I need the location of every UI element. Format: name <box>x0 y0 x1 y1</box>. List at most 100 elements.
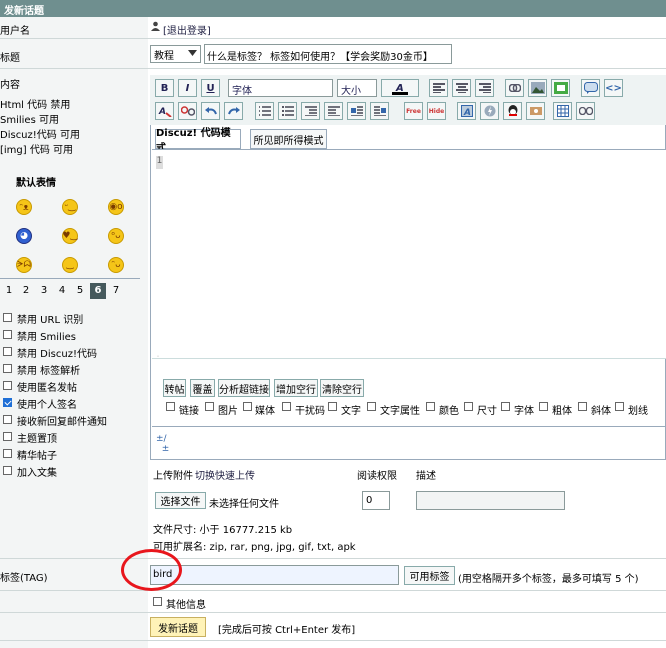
free-button[interactable]: Free <box>404 102 423 120</box>
align-left-icon[interactable] <box>429 79 448 97</box>
checkbox-disable-discuz[interactable] <box>3 347 12 356</box>
tag-input[interactable]: bird <box>150 565 399 585</box>
filter-checkbox[interactable] <box>426 402 435 411</box>
size-select[interactable]: 大小 <box>337 79 377 97</box>
checkbox-digest[interactable] <box>3 449 12 458</box>
smiley-icon[interactable]: ᵕ‿ <box>62 199 78 215</box>
tag-hint: (用空格隔开多个标签，最多可填写 5 个) <box>458 574 639 585</box>
smiley-icon[interactable]: ᵔᴗ <box>108 257 124 273</box>
smilies-page[interactable]: 2 <box>18 283 34 299</box>
font-color-icon[interactable]: A <box>381 79 419 97</box>
smiley-icon[interactable]: ᵒᴗ <box>108 228 124 244</box>
hide-button[interactable]: Hide <box>427 102 446 120</box>
checkbox-disable-smilies[interactable] <box>3 330 12 339</box>
align-right-icon[interactable] <box>475 79 494 97</box>
checkbox-sticky[interactable] <box>3 432 12 441</box>
checkbox-collection[interactable] <box>3 466 12 475</box>
qq-icon[interactable] <box>503 102 522 120</box>
add-blank-lines-button[interactable]: 增加空行 <box>274 379 318 397</box>
code-icon[interactable]: <> <box>604 79 623 97</box>
smilies-page[interactable]: 7 <box>108 283 124 299</box>
checkbox-disable-url[interactable] <box>3 313 12 322</box>
feature-img: [img] 代码 可用 <box>0 145 74 156</box>
filter-label: 媒体 <box>255 406 275 417</box>
table-grid-icon[interactable] <box>553 102 572 120</box>
media-icon[interactable] <box>526 102 545 120</box>
checkbox-email-notify[interactable] <box>3 415 12 424</box>
smilies-page[interactable]: 5 <box>72 283 88 299</box>
message-textarea[interactable]: 1 <box>152 149 666 359</box>
smilies-page[interactable]: 1 <box>1 283 17 299</box>
font-select[interactable]: 字体 <box>228 79 333 97</box>
option-label: 加入文集 <box>17 468 57 479</box>
unlink-icon[interactable] <box>178 102 197 120</box>
category-select[interactable]: 教程 <box>150 45 201 63</box>
upload-label: 上传附件 <box>153 471 193 482</box>
ordered-list-icon[interactable] <box>255 102 274 120</box>
submit-button[interactable]: 发新话题 <box>150 617 206 637</box>
smilies-page[interactable]: 3 <box>36 283 52 299</box>
checkbox-anonymous[interactable] <box>3 381 12 390</box>
perm-input[interactable]: 0 <box>362 491 390 510</box>
other-info-checkbox[interactable] <box>153 597 162 606</box>
option-label: 精华帖子 <box>17 451 57 462</box>
tab-wysiwyg[interactable]: 所见即所得模式 <box>250 129 327 149</box>
filter-checkbox[interactable] <box>282 402 291 411</box>
filter-checkbox[interactable] <box>328 402 337 411</box>
smiley-icon[interactable]: ◉o <box>108 199 124 215</box>
smiley-icon[interactable]: ◕ <box>16 228 32 244</box>
redo-icon[interactable] <box>224 102 243 120</box>
flash-icon[interactable] <box>480 102 499 120</box>
float-left-icon[interactable] <box>347 102 366 120</box>
bold-button[interactable]: B <box>155 79 174 97</box>
indent-icon[interactable] <box>324 102 343 120</box>
filter-checkbox[interactable] <box>578 402 587 411</box>
unordered-list-icon[interactable] <box>278 102 297 120</box>
italic-button[interactable]: I <box>178 79 197 97</box>
clear-format-icon[interactable]: A <box>155 102 174 120</box>
smiley-icon[interactable]: ᵔᴥ <box>16 199 32 215</box>
smilies-title: 默认表情 <box>16 178 56 189</box>
smilies-page[interactable]: 4 <box>54 283 70 299</box>
underline-button[interactable]: U <box>201 79 220 97</box>
undo-icon[interactable] <box>201 102 220 120</box>
align-center-icon[interactable] <box>452 79 471 97</box>
quote-icon[interactable] <box>581 79 600 97</box>
float-right-icon[interactable] <box>370 102 389 120</box>
filter-checkbox[interactable] <box>243 402 252 411</box>
filter-checkbox[interactable] <box>539 402 548 411</box>
overwrite-button[interactable]: 覆盖 <box>190 379 215 397</box>
filter-checkbox[interactable] <box>166 402 175 411</box>
logout-link[interactable]: [退出登录] <box>163 22 211 37</box>
switch-upload-link[interactable]: 切换快速上传 <box>195 467 255 482</box>
smiley-icon[interactable]: ‿ <box>62 257 78 273</box>
table-icon[interactable]: A <box>457 102 476 120</box>
smilies-page-active[interactable]: 6 <box>90 283 106 299</box>
filter-checkbox[interactable] <box>367 402 376 411</box>
resize-editor-icon[interactable]: ±/ ± <box>156 434 169 454</box>
smiley-icon[interactable]: ♥‿ <box>62 228 78 244</box>
parse-links-button[interactable]: 分析超链接 <box>218 379 270 397</box>
filter-checkbox[interactable] <box>615 402 624 411</box>
checkbox-disable-tags[interactable] <box>3 364 12 373</box>
user-icon <box>151 21 160 31</box>
outdent-icon[interactable] <box>301 102 320 120</box>
description-input[interactable] <box>416 491 565 510</box>
more-icon[interactable] <box>576 102 595 120</box>
filter-checkbox[interactable] <box>464 402 473 411</box>
available-tags-button[interactable]: 可用标签 <box>404 566 455 585</box>
checkbox-signature[interactable] <box>3 398 12 407</box>
resize-handle[interactable]: ˙ <box>152 355 666 369</box>
remove-blank-lines-button[interactable]: 清除空行 <box>320 379 364 397</box>
smiley-icon[interactable]: ᗒᗣ <box>16 257 32 273</box>
filter-label: 粗体 <box>552 406 572 417</box>
choose-file-button[interactable]: 选择文件 <box>155 492 206 509</box>
tab-discuz-code[interactable]: Discuz! 代码模式 <box>155 128 241 154</box>
filter-checkbox[interactable] <box>205 402 214 411</box>
link-icon[interactable] <box>505 79 524 97</box>
repost-button[interactable]: 转帖 <box>163 379 186 397</box>
image-icon[interactable] <box>528 79 547 97</box>
filter-checkbox[interactable] <box>501 402 510 411</box>
attachment-image-icon[interactable] <box>551 79 570 97</box>
title-input[interactable]: 什么是标签？ 标签如何使用？【学会奖励30金币】 <box>204 44 452 64</box>
